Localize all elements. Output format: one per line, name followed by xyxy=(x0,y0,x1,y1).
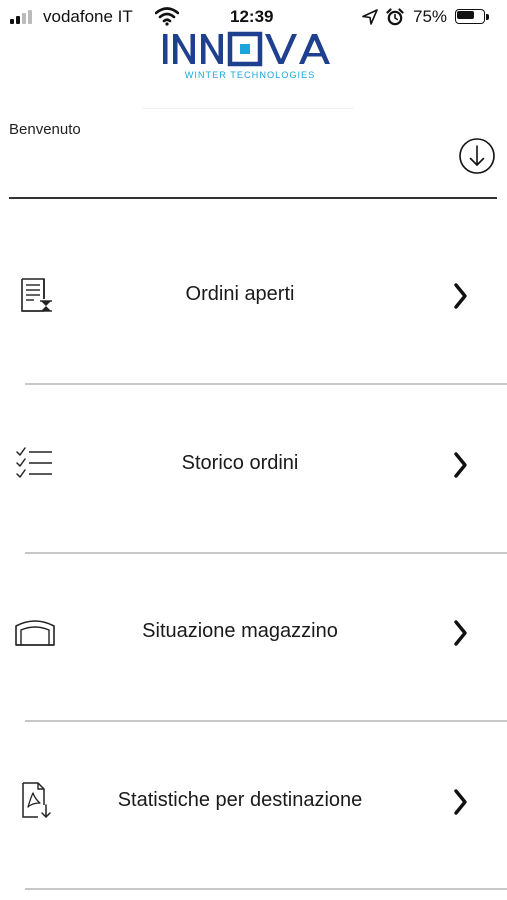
battery-percent: 75% xyxy=(413,7,448,26)
chevron-right-icon xyxy=(454,283,467,309)
header-divider xyxy=(9,197,497,199)
signal-icon xyxy=(10,10,40,24)
status-time: 12:39 xyxy=(230,7,274,26)
menu-item-label: Ordini aperti xyxy=(185,283,295,305)
menu-item-label: Situazione magazzino xyxy=(142,620,338,642)
menu-item-label: Statistiche per destinazione xyxy=(117,789,363,811)
menu-divider xyxy=(25,552,507,554)
warehouse-icon xyxy=(15,620,55,646)
checklist-icon xyxy=(16,447,52,478)
menu-item-warehouse[interactable]: Situazione magazzino xyxy=(0,592,507,672)
carrier-name: vodafone IT xyxy=(43,7,133,26)
menu-divider xyxy=(25,720,507,722)
alarm-icon xyxy=(386,8,404,26)
menu-divider xyxy=(25,383,507,385)
menu-item-open-orders[interactable]: Ordini aperti xyxy=(0,255,507,335)
battery-level xyxy=(457,11,474,19)
battery-icon xyxy=(455,9,489,24)
menu-divider xyxy=(25,888,507,890)
chevron-right-icon xyxy=(454,452,467,478)
logo-separator xyxy=(142,108,354,109)
download-circle-icon[interactable] xyxy=(457,136,497,176)
location-arrow-icon xyxy=(362,9,378,25)
menu-item-order-history[interactable]: Storico ordini xyxy=(0,424,507,504)
menu-item-destination-stats[interactable]: Statistiche per destinazione xyxy=(0,761,507,841)
welcome-text: Benvenuto xyxy=(9,121,81,138)
menu-item-label: Storico ordini xyxy=(181,452,299,474)
open-orders-icon xyxy=(21,278,52,312)
chevron-right-icon xyxy=(454,789,467,815)
logo-tagline: WINTER TECHNOLOGIES xyxy=(185,70,316,80)
chevron-right-icon xyxy=(454,620,467,646)
wifi-icon xyxy=(155,7,179,26)
pdf-download-icon xyxy=(22,782,51,818)
innova-logo: WINTER TECHNOLOGIES xyxy=(163,31,330,80)
